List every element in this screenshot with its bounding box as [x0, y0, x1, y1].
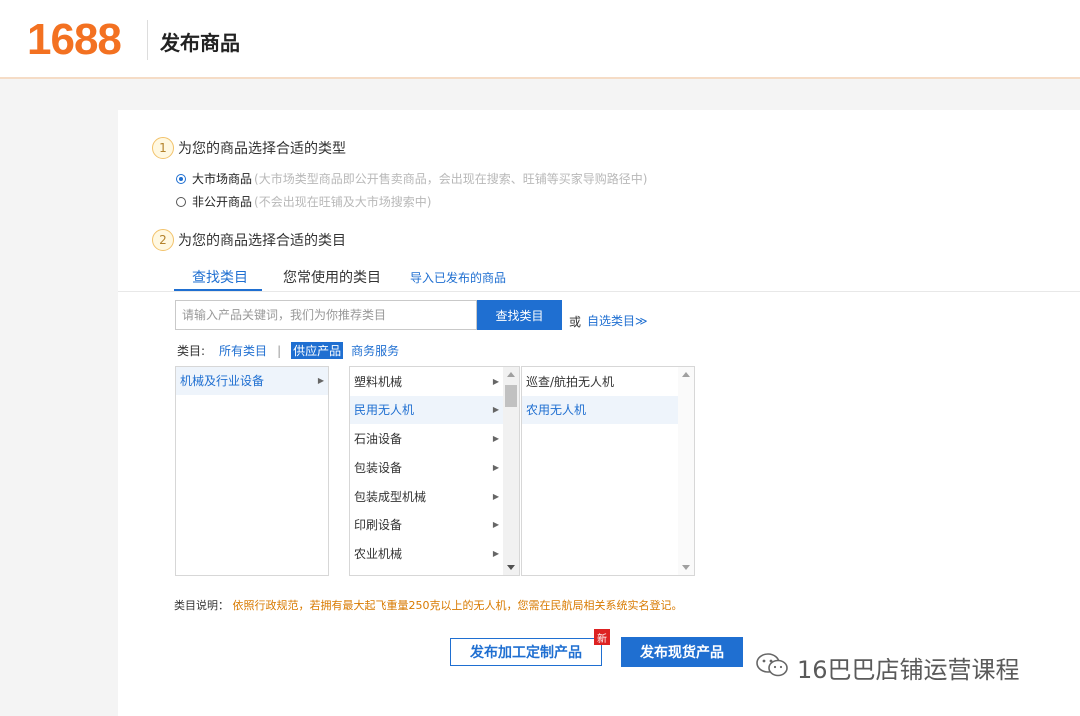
category-filter-row: 类目: 所有类目 | 供应产品 商务服务: [177, 342, 399, 359]
category-description: 类目说明： 依照行政规范，若拥有最大起飞重量250克以上的无人机，您需在民航局相…: [174, 597, 683, 613]
tab-import-published[interactable]: 导入已发布的商品: [410, 269, 506, 286]
step-number-badge: 1: [152, 137, 174, 159]
publish-stock-product-button[interactable]: 发布现货产品: [621, 637, 743, 667]
category-item-label: 石油设备: [354, 432, 403, 446]
radio-public-market[interactable]: 大市场商品 (大市场类型商品即公开售卖商品，会出现在搜索、旺铺等买家导购路径中): [176, 170, 647, 187]
category-item[interactable]: 包装设备 ▶: [350, 454, 503, 482]
wechat-icon: [755, 651, 789, 685]
description-label: 类目说明：: [174, 599, 229, 612]
category-search-input[interactable]: 请输入产品关键词，我们为你推荐类目: [175, 300, 477, 330]
radio-label[interactable]: 大市场商品: [192, 170, 252, 187]
category-item[interactable]: 机械及行业设备 ▶: [176, 367, 328, 395]
radio-hint: (大市场类型商品即公开售卖商品，会出现在搜索、旺铺等买家导购路径中): [254, 172, 648, 186]
caret-right-icon: ▶: [492, 549, 499, 558]
category-item[interactable]: 民用无人机 ▶: [350, 396, 503, 424]
category-item[interactable]: 巡查/航拍无人机: [522, 368, 678, 396]
radio-button-checked[interactable]: [176, 173, 186, 184]
category-column-level3[interactable]: 巡查/航拍无人机 农用无人机: [521, 366, 695, 576]
filter-supply-products[interactable]: 供应产品: [291, 342, 344, 359]
tabs-divider: [118, 291, 1080, 292]
caret-right-icon: ▶: [492, 463, 499, 472]
step1-heading: 1 为您的商品选择合适的类型: [152, 137, 346, 159]
vertical-scrollbar[interactable]: [503, 367, 519, 575]
header-divider: [147, 20, 148, 60]
scrollbar-thumb[interactable]: [505, 385, 517, 407]
publish-custom-product-button[interactable]: 发布加工定制产品: [450, 638, 602, 666]
filter-business-services[interactable]: 商务服务: [351, 342, 399, 359]
scroll-down-arrow-icon[interactable]: [682, 565, 690, 570]
find-category-button[interactable]: 查找类目: [477, 300, 562, 330]
publish-form-card: 1 为您的商品选择合适的类型 大市场商品 (大市场类型商品即公开售卖商品，会出现…: [118, 110, 1080, 716]
caret-right-icon: ▶: [492, 377, 499, 386]
category-item[interactable]: 石油设备 ▶: [350, 425, 503, 453]
page-title: 发布商品: [160, 31, 240, 55]
radio-label[interactable]: 非公开商品: [192, 193, 252, 210]
radio-hint: (不会出现在旺铺及大市场搜索中): [254, 195, 432, 209]
filter-separator: |: [277, 343, 282, 358]
top-header: 1688 发布商品: [0, 0, 1080, 79]
category-item[interactable]: 农用无人机: [522, 396, 678, 424]
category-item-label: 民用无人机: [354, 403, 415, 417]
category-item-label: 机械及行业设备: [180, 374, 265, 388]
category-item-label: 印刷设备: [354, 518, 403, 532]
or-label: 或: [569, 315, 582, 329]
caret-right-icon: ▶: [492, 405, 499, 414]
category-item-label: 农用无人机: [526, 403, 587, 417]
category-column-level1[interactable]: 机械及行业设备 ▶: [175, 366, 329, 576]
category-item-label: 巡查/航拍无人机: [526, 375, 615, 389]
caret-right-icon: ▶: [492, 492, 499, 501]
category-item-label: 包装设备: [354, 461, 403, 475]
category-item[interactable]: 印刷设备 ▶: [350, 511, 503, 539]
brand-logo[interactable]: 1688: [27, 14, 122, 66]
step-number-badge: 2: [152, 229, 174, 251]
caret-right-icon: ▶: [492, 434, 499, 443]
filter-label: 类目:: [177, 344, 206, 358]
category-item-label: 农业机械: [354, 547, 403, 561]
scroll-down-arrow-icon[interactable]: [507, 565, 515, 570]
category-item[interactable]: 包装成型机械 ▶: [350, 483, 503, 511]
filter-all-categories[interactable]: 所有类目: [219, 342, 267, 359]
new-badge: 新: [594, 629, 610, 645]
caret-right-icon: ▶: [492, 520, 499, 529]
caret-right-icon: ▶: [317, 376, 324, 385]
category-item[interactable]: 农业机械 ▶: [350, 540, 503, 568]
scroll-up-arrow-icon[interactable]: [507, 372, 515, 377]
watermark: 16巴巴店铺运营课程: [755, 650, 1020, 685]
radio-private[interactable]: 非公开商品 (不会出现在旺铺及大市场搜索中): [176, 193, 431, 210]
vertical-scrollbar[interactable]: [678, 367, 694, 575]
step1-title: 为您的商品选择合适的类型: [178, 141, 346, 157]
tab-frequent-category[interactable]: 您常使用的类目: [283, 267, 381, 287]
category-item[interactable]: 塑料机械 ▶: [350, 368, 503, 396]
step2-title: 为您的商品选择合适的类目: [178, 233, 346, 249]
tab-find-category[interactable]: 查找类目: [192, 267, 248, 287]
category-column-level2[interactable]: 塑料机械 ▶ 民用无人机 ▶ 石油设备 ▶ 包装设备 ▶ 包装成型机械 ▶ 印刷…: [349, 366, 520, 576]
description-text: 依照行政规范，若拥有最大起飞重量250克以上的无人机，您需在民航局相关系统实名登…: [232, 599, 683, 612]
step2-heading: 2 为您的商品选择合适的类目: [152, 229, 346, 251]
category-item-label: 包装成型机械: [354, 490, 427, 504]
radio-button[interactable]: [176, 196, 186, 207]
self-select-category-link[interactable]: 自选类目≫: [587, 312, 648, 329]
watermark-text: 16巴巴店铺运营课程: [797, 656, 1020, 684]
category-item-label: 塑料机械: [354, 375, 403, 389]
scroll-up-arrow-icon[interactable]: [682, 372, 690, 377]
